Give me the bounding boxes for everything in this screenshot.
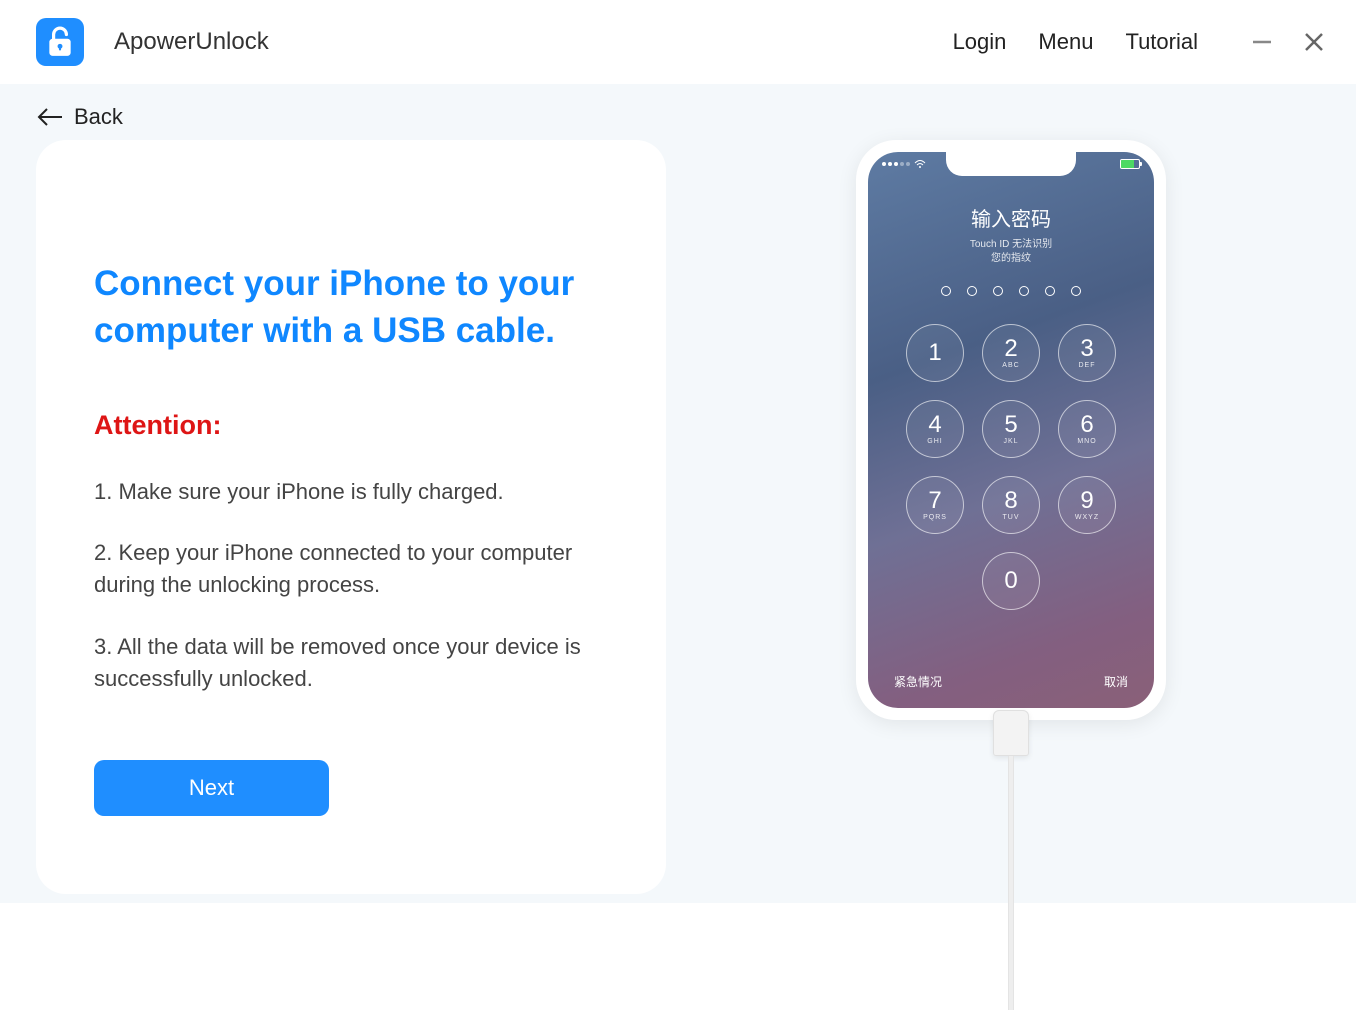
lock-title: 输入密码 <box>971 203 1051 232</box>
key-1: 1 <box>906 324 964 382</box>
key-7: 7PQRS <box>906 476 964 534</box>
key-6: 6MNO <box>1058 400 1116 458</box>
key-8: 8TUV <box>982 476 1040 534</box>
passcode-dots <box>941 286 1081 296</box>
key-3: 3DEF <box>1058 324 1116 382</box>
keypad: 1 2ABC 3DEF 4GHI 5JKL 6MNO 7PQRS 8TUV 9W… <box>906 324 1116 610</box>
usb-cable-icon <box>999 710 1023 1010</box>
attention-item-2: 2. Keep your iPhone connected to your co… <box>94 537 608 601</box>
close-button[interactable] <box>1302 30 1326 54</box>
app-logo-icon <box>36 18 84 66</box>
card-title: Connect your iPhone to your computer wit… <box>94 260 608 355</box>
next-button[interactable]: Next <box>94 760 329 816</box>
lock-subtitle: Touch ID 无法识别 您的指纹 <box>970 238 1052 266</box>
key-0: 0 <box>982 552 1040 610</box>
phone-bottom-row: 紧急情况 取消 <box>868 673 1154 690</box>
key-5: 5JKL <box>982 400 1040 458</box>
key-9: 9WXYZ <box>1058 476 1116 534</box>
titlebar: ApowerUnlock Login Menu Tutorial <box>0 0 1356 84</box>
attention-item-1: 1. Make sure your iPhone is fully charge… <box>94 476 608 508</box>
back-button[interactable]: Back <box>0 84 1356 130</box>
content-area: Back Connect your iPhone to your compute… <box>0 84 1356 903</box>
arrow-left-icon <box>36 107 64 127</box>
app-title: ApowerUnlock <box>114 28 269 56</box>
phone-notch <box>946 152 1076 176</box>
login-link[interactable]: Login <box>953 29 1007 55</box>
cancel-label: 取消 <box>1104 673 1128 690</box>
minimize-button[interactable] <box>1250 30 1274 54</box>
tutorial-link[interactable]: Tutorial <box>1125 29 1198 55</box>
phone-frame: 输入密码 Touch ID 无法识别 您的指纹 1 2ABC 3DEF 4GHI <box>856 140 1166 720</box>
emergency-label: 紧急情况 <box>894 673 942 690</box>
attention-label: Attention: <box>94 410 608 441</box>
menu-link[interactable]: Menu <box>1038 29 1093 55</box>
wifi-icon <box>914 159 926 169</box>
phone-illustration: 输入密码 Touch ID 无法识别 您的指纹 1 2ABC 3DEF 4GHI <box>666 130 1356 894</box>
signal-icon <box>882 162 910 166</box>
attention-item-3: 3. All the data will be removed once you… <box>94 631 608 695</box>
back-label: Back <box>74 104 123 130</box>
phone-screen: 输入密码 Touch ID 无法识别 您的指纹 1 2ABC 3DEF 4GHI <box>868 152 1154 708</box>
battery-icon <box>1120 159 1140 169</box>
key-4: 4GHI <box>906 400 964 458</box>
key-2: 2ABC <box>982 324 1040 382</box>
instruction-card: Connect your iPhone to your computer wit… <box>36 140 666 894</box>
